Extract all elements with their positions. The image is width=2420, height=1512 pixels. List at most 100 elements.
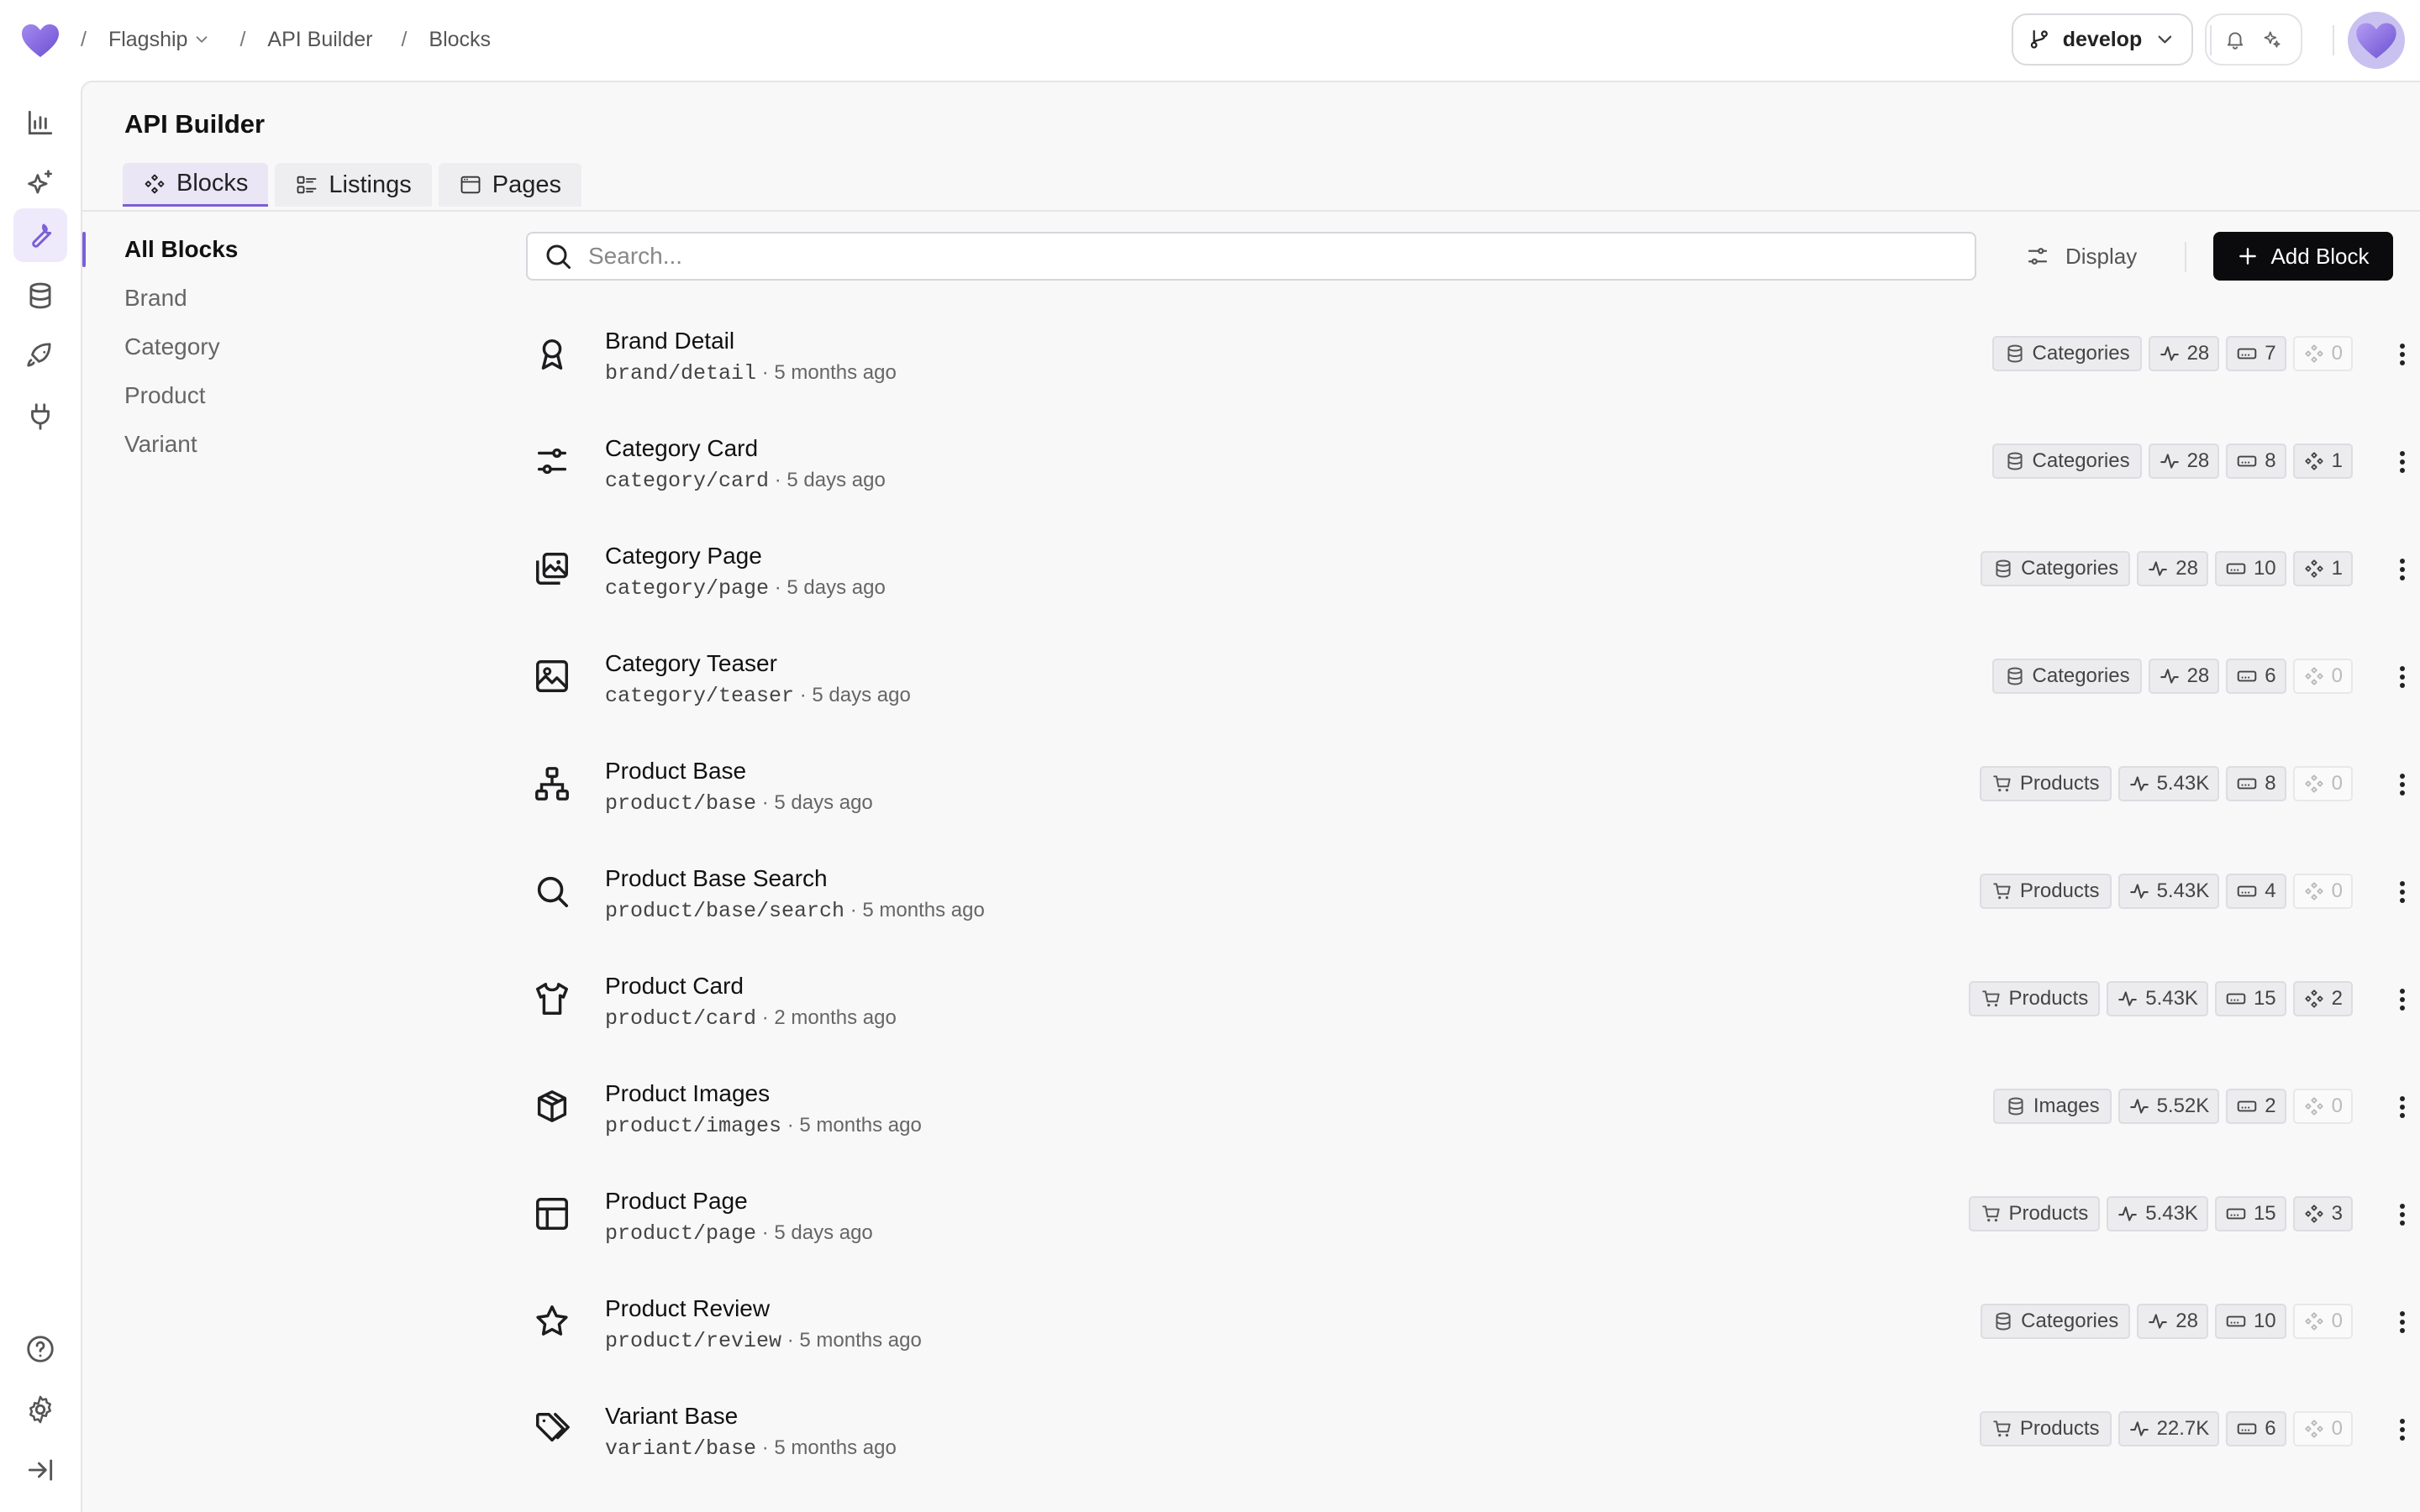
block-icon — [533, 1194, 571, 1233]
more-options-icon[interactable] — [2388, 1413, 2417, 1446]
more-options-icon[interactable] — [2388, 1198, 2417, 1231]
block-row[interactable]: Product Images product/images · 5 months … — [526, 1055, 2417, 1163]
rail-help[interactable] — [13, 1322, 67, 1376]
block-row[interactable]: Product Page product/page · 5 days ago Pro… — [526, 1163, 2417, 1270]
block-path: product/base — [605, 791, 757, 816]
filter-category[interactable]: Category — [82, 323, 318, 371]
source-badge[interactable]: Categories — [1991, 659, 2142, 694]
breadcrumb-api-builder[interactable]: API Builder — [267, 28, 372, 52]
search-input[interactable]: Search... — [526, 232, 1976, 281]
more-options-icon[interactable] — [2388, 768, 2417, 801]
requests-count: 22.7K — [2156, 1417, 2210, 1440]
breadcrumb-project-label: Flagship — [108, 27, 188, 51]
block-row[interactable]: Category Page category/page · 5 days ago C… — [526, 517, 2417, 625]
block-row[interactable]: Variant Base variant/base · 5 months ago P… — [526, 1378, 2417, 1485]
more-options-icon[interactable] — [2388, 445, 2417, 479]
components-count: 0 — [2331, 664, 2343, 687]
block-row[interactable]: Category Card category/card · 5 days ago C… — [526, 410, 2417, 517]
filter-product[interactable]: Product — [82, 371, 318, 420]
activity-icon — [2118, 991, 2137, 1006]
hierarchy-icon — [535, 767, 569, 801]
breadcrumb-blocks[interactable]: Blocks — [429, 28, 491, 52]
block-path: product/review — [605, 1329, 782, 1353]
activity-icon — [2129, 1421, 2149, 1436]
fields-count: 4 — [2265, 879, 2276, 902]
block-row[interactable]: Category Teaser category/teaser · 5 days … — [526, 625, 2417, 732]
source-badge[interactable]: Categories — [1981, 551, 2131, 586]
block-path: brand/detail — [605, 361, 757, 386]
source-badge[interactable]: Categories — [1991, 336, 2142, 371]
component-icon — [2304, 1097, 2323, 1116]
more-options-icon[interactable] — [2388, 1090, 2417, 1124]
block-meta: product/page · 5 days ago — [605, 1221, 873, 1246]
requests-badge: 5.43K — [2118, 766, 2220, 801]
block-row[interactable]: Product Base Search product/base/search ·… — [526, 840, 2417, 948]
source-badge[interactable]: Products — [1979, 1411, 2112, 1446]
user-avatar[interactable] — [2348, 12, 2405, 69]
source-badge[interactable]: Products — [1979, 766, 2112, 801]
bell-icon[interactable] — [2224, 29, 2246, 50]
display-button[interactable]: Display — [2025, 232, 2137, 281]
tab-blocks[interactable]: Blocks — [123, 163, 269, 207]
filter-all-blocks[interactable]: All Blocks — [82, 225, 318, 274]
components-count: 0 — [2331, 1417, 2343, 1440]
component-icon — [2304, 1420, 2323, 1438]
sliders-icon — [537, 448, 567, 475]
block-row[interactable]: Product Base product/base · 5 days ago Pro… — [526, 732, 2417, 840]
source-badge[interactable]: Categories — [1991, 444, 2142, 479]
main-panel: API Builder Blocks Listings Pages All Bl… — [81, 81, 2420, 1512]
block-path: category/teaser — [605, 684, 795, 708]
block-updated: 5 days ago — [774, 791, 873, 814]
rail-analytics[interactable] — [13, 96, 67, 150]
components-count: 0 — [2331, 879, 2343, 902]
search-icon — [546, 244, 571, 269]
divider — [2333, 25, 2334, 55]
more-options-icon[interactable] — [2388, 553, 2417, 586]
block-icon — [533, 1087, 571, 1126]
source-badge[interactable]: Images — [1992, 1089, 2112, 1124]
more-options-icon[interactable] — [2388, 875, 2417, 909]
rail-settings[interactable] — [13, 1383, 67, 1436]
components-badge: 0 — [2292, 336, 2353, 371]
more-options-icon[interactable] — [2388, 338, 2417, 371]
fields-count: 6 — [2265, 1417, 2276, 1440]
components-badge: 0 — [2292, 874, 2353, 909]
rail-deploy[interactable] — [13, 329, 67, 383]
more-options-icon[interactable] — [2388, 983, 2417, 1016]
input-field-icon — [2238, 670, 2257, 682]
fields-count: 2 — [2265, 1095, 2276, 1117]
tab-listings[interactable]: Listings — [275, 163, 432, 207]
rail-api-builder[interactable] — [13, 208, 67, 262]
fields-badge: 15 — [2214, 981, 2286, 1016]
more-options-icon[interactable] — [2388, 660, 2417, 694]
meta-separator: · — [794, 684, 813, 706]
heart-logo-icon[interactable] — [18, 18, 62, 62]
block-icon — [533, 764, 571, 803]
input-field-icon — [2238, 1423, 2257, 1435]
block-row[interactable]: Product Review product/review · 5 months … — [526, 1270, 2417, 1378]
source-badge[interactable]: Categories — [1981, 1304, 2131, 1339]
block-meta: product/images · 5 months ago — [605, 1114, 922, 1138]
filter-variant[interactable]: Variant — [82, 420, 318, 469]
requests-badge: 5.43K — [2107, 981, 2208, 1016]
branch-selector[interactable]: develop — [2012, 13, 2193, 66]
add-block-button[interactable]: Add Block — [2213, 232, 2393, 281]
source-badge[interactable]: Products — [1968, 981, 2101, 1016]
more-options-icon[interactable] — [2388, 1305, 2417, 1339]
breadcrumb-separator: / — [81, 27, 87, 51]
rail-ai[interactable] — [13, 156, 67, 210]
source-badge[interactable]: Products — [1968, 1196, 2101, 1231]
help-circle-icon — [27, 1336, 54, 1362]
database-icon — [1996, 559, 2011, 578]
sparkles-icon[interactable] — [2261, 29, 2283, 50]
breadcrumb-project[interactable]: Flagship — [108, 28, 212, 52]
rail-database[interactable] — [13, 269, 67, 323]
fields-badge: 7 — [2226, 336, 2286, 371]
tab-pages[interactable]: Pages — [438, 163, 581, 207]
rail-expand[interactable] — [13, 1443, 67, 1497]
rail-integrations[interactable] — [13, 390, 67, 444]
source-badge[interactable]: Products — [1979, 874, 2112, 909]
filter-brand[interactable]: Brand — [82, 274, 318, 323]
block-row[interactable]: Brand Detail brand/detail · 5 months ago C… — [526, 302, 2417, 410]
block-row[interactable]: Product Card product/card · 2 months ago P… — [526, 948, 2417, 1055]
